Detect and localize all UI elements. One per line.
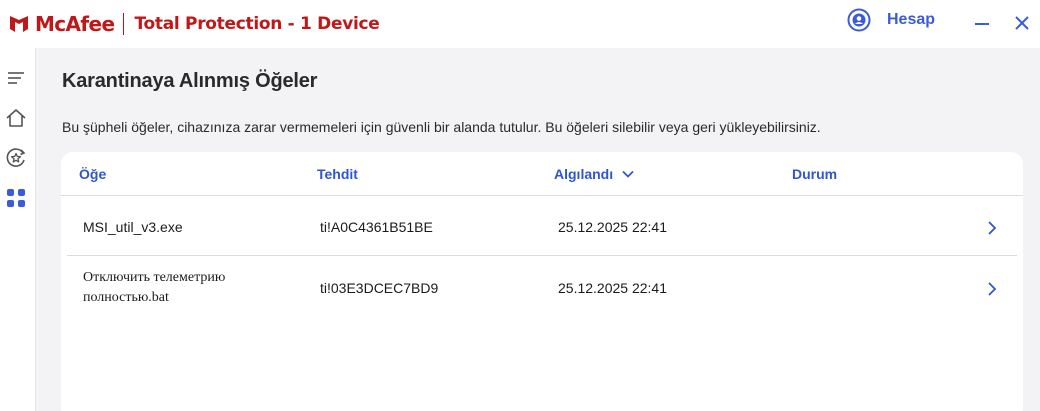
page-title: Karantinaya Alınmış Öğeler: [62, 70, 318, 92]
chevron-down-icon: [622, 170, 634, 178]
table-row[interactable]: Отключить телеметрию полностью.bat ti!03…: [67, 256, 1017, 322]
column-header-status[interactable]: Durum: [792, 166, 837, 182]
title-bar: McAfee Total Protection - 1 Device Hesap: [0, 0, 1040, 48]
protection-icon: [6, 148, 26, 167]
row-item-name-line1: Отключить телеметрию: [83, 270, 226, 285]
sidebar-item-apps[interactable]: [3, 185, 29, 211]
close-icon: [1015, 16, 1029, 30]
sidebar-item-home[interactable]: [3, 105, 29, 131]
row-item-name: MSI_util_v3.exe: [83, 219, 183, 235]
minimize-button[interactable]: [969, 10, 995, 36]
column-header-threat[interactable]: Tehdit: [317, 166, 358, 182]
sidebar: [0, 48, 36, 411]
page-description: Bu şüpheli öğeler, cihazınıza zarar verm…: [62, 119, 821, 135]
menu-icon: [8, 72, 24, 84]
home-icon: [6, 109, 26, 127]
row-item-name-line2: полностью.bat: [83, 290, 169, 305]
row-detected: 25.12.2025 22:41: [558, 280, 667, 296]
table-row[interactable]: MSI_util_v3.exe ti!A0C4361B51BE 25.12.20…: [67, 196, 1017, 255]
mcafee-logo: McAfee: [8, 12, 115, 36]
row-threat: ti!03E3DCEC7BD9: [320, 280, 439, 296]
row-item-name: Отключить телеметрию полностью.bat: [83, 268, 225, 308]
quarantine-table: Öğe Tehdit Algılandı Durum MSI_util_v3.e…: [61, 152, 1023, 411]
title-separator: [123, 13, 125, 35]
brand-name: McAfee: [35, 12, 115, 36]
product-name: Total Protection - 1 Device: [134, 14, 380, 34]
sidebar-item-protection[interactable]: [3, 145, 29, 171]
sidebar-item-menu[interactable]: [3, 65, 29, 91]
account-button[interactable]: Hesap: [847, 8, 935, 32]
column-header-detected-label: Algılandı: [554, 166, 614, 182]
close-button[interactable]: [1009, 10, 1035, 36]
account-label: Hesap: [887, 11, 936, 28]
row-detected: 25.12.2025 22:41: [558, 219, 667, 235]
column-header-detected[interactable]: Algılandı: [554, 166, 635, 182]
row-threat: ti!A0C4361B51BE: [320, 219, 433, 235]
chevron-right-icon: [988, 221, 997, 235]
chevron-right-icon: [988, 282, 997, 296]
mcafee-shield-icon: [10, 16, 28, 32]
account-icon: [847, 8, 871, 32]
apps-grid-icon: [7, 189, 25, 207]
minimize-icon: [975, 23, 989, 25]
column-header-item[interactable]: Öğe: [79, 166, 106, 182]
